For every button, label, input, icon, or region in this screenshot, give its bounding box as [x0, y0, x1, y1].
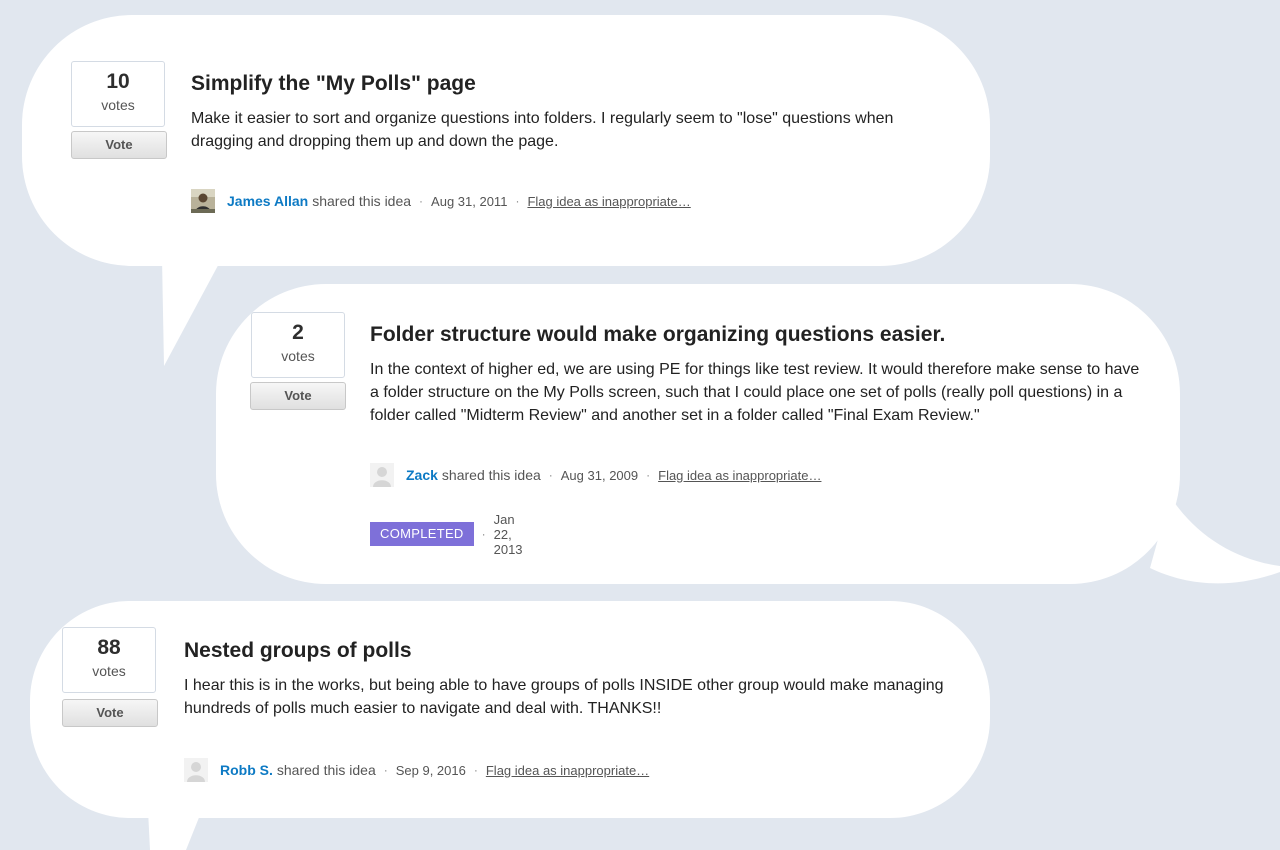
separator-dot: · — [473, 763, 478, 777]
speech-bubble-3 — [30, 601, 990, 850]
flag-link[interactable]: Flag idea as inappropriate… — [486, 763, 649, 778]
votes-label: votes — [92, 663, 126, 679]
idea-meta: Zack shared this idea · Aug 31, 2009 · F… — [370, 462, 821, 488]
vote-button[interactable]: Vote — [62, 699, 158, 727]
flag-link[interactable]: Flag idea as inappropriate… — [527, 194, 690, 209]
idea-date: Sep 9, 2016 — [395, 762, 466, 778]
default-avatar-icon[interactable] — [184, 758, 208, 782]
idea-description: Make it easier to sort and organize ques… — [191, 110, 894, 150]
vote-count: 88 — [97, 636, 121, 659]
idea-title[interactable]: Folder structure would make organizing q… — [370, 323, 945, 347]
status-date: Jan 22, 2013 — [493, 511, 523, 557]
votes-label: votes — [281, 348, 315, 364]
idea-description: I hear this is in the works, but being a… — [184, 677, 944, 717]
idea-date: Aug 31, 2011 — [431, 193, 508, 209]
idea-title[interactable]: Simplify the "My Polls" page — [191, 72, 476, 96]
shared-text: shared this idea — [312, 193, 412, 209]
status-row: COMPLETED · Jan 22, 2013 — [370, 512, 523, 557]
shared-text: shared this idea — [441, 467, 541, 483]
idea-title[interactable]: Nested groups of polls — [184, 639, 412, 663]
author-link[interactable]: James Allan — [227, 193, 308, 209]
separator-dot: · — [548, 468, 553, 482]
separator-dot: · — [419, 194, 424, 208]
vote-count: 2 — [292, 321, 304, 344]
author-link[interactable]: Zack — [406, 467, 438, 483]
idea-meta: Robb S. shared this idea · Sep 9, 2016 ·… — [184, 757, 649, 783]
idea-meta: James Allan shared this idea · Aug 31, 2… — [191, 188, 691, 214]
idea-description: In the context of higher ed, we are usin… — [370, 361, 1140, 424]
vote-count-box: 10 votes — [71, 61, 165, 127]
status-badge: COMPLETED — [370, 522, 474, 546]
default-avatar-icon[interactable] — [370, 463, 394, 487]
vote-count-box: 88 votes — [62, 627, 156, 693]
separator-dot: · — [515, 194, 520, 208]
idea-date: Aug 31, 2009 — [560, 467, 639, 483]
vote-count-box: 2 votes — [251, 312, 345, 378]
flag-link[interactable]: Flag idea as inappropriate… — [658, 468, 821, 483]
separator-dot: · — [481, 527, 486, 541]
vote-count: 10 — [106, 70, 130, 93]
separator-dot: · — [646, 468, 651, 482]
vote-button[interactable]: Vote — [71, 131, 167, 159]
separator-dot: · — [383, 763, 388, 777]
user-photo-icon[interactable] — [191, 189, 215, 213]
shared-text: shared this idea — [276, 762, 376, 778]
author-link[interactable]: Robb S. — [220, 762, 273, 778]
vote-button[interactable]: Vote — [250, 382, 346, 410]
votes-label: votes — [101, 97, 135, 113]
ideas-page: 10 votes Vote Simplify the "My Polls" pa… — [0, 0, 1280, 850]
